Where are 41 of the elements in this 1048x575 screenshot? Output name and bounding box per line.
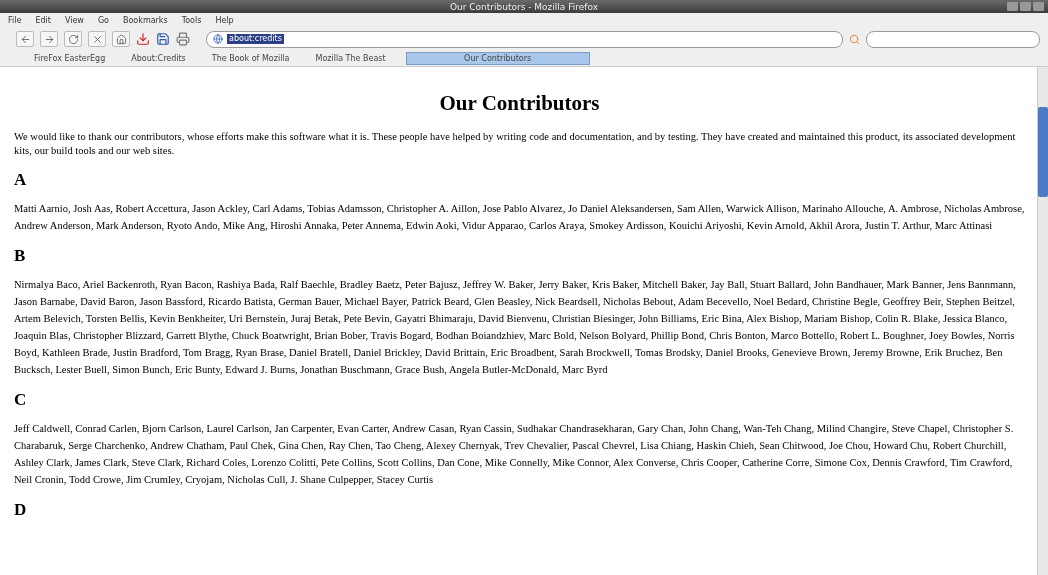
menu-item[interactable]: Edit <box>35 16 51 25</box>
menu-item[interactable]: File <box>8 16 22 25</box>
section-heading: C <box>14 390 28 410</box>
back-button[interactable] <box>16 31 34 47</box>
intro-paragraph: We would like to thank our contributors, whose efforts make this software what it is. These people have helped by writing code and documentation, and by testing. They have created and maintained this product, its associated development kits, our build tools and our web sites. <box>14 130 1017 158</box>
address-text: about:credits <box>227 34 284 44</box>
close-button[interactable] <box>88 31 106 47</box>
contributor-names: Matti Aarnio, Josh Aas, Robert Accettura, Jason Ackley, Carl Adams, Tobias Adamsson, Christopher A. Aillon, Jose Pablo Alvarez, Jo Daniel Aleksandersen, Sam Allen, Warwick Allison, Marinaho Allouche, A. Ambrose, Nicholas Ambrose, Andrew Anderson, Mark Anderson, Ryoto Ando, Mike Ang, Hiroshi Annaka, Peter Annema, Edwin Aoki, Vidur Apparao, Carlos Araya, Smokey Ardisson, Kouichi Ariyoshi, Kevin Arnold, Akhil Arora, Justin T. Arthur, Marc Attinasi <box>14 202 1025 233</box>
home-icon <box>115 33 127 45</box>
page-heading: Our Contributors <box>438 91 601 116</box>
window-title: Our Contributors - Mozilla Firefox <box>449 1 598 12</box>
globe-icon <box>213 34 223 44</box>
search-icon[interactable] <box>849 33 860 45</box>
search-field[interactable] <box>866 30 1040 48</box>
bookmark-item[interactable]: Our Contributors <box>405 51 590 65</box>
download-icon[interactable] <box>136 32 150 46</box>
menu-item[interactable]: Bookmarks <box>122 16 168 25</box>
contributor-names: Jeff Caldwell, Conrad Carlen, Bjorn Carlson, Laurel Carlson, Jan Carpenter, Evan Carter, Andrew Casan, Ryan Cassin, Sudhakar Chandrasekharan, Gary Chan, John Chang, Wan-Teh Chang, Milind Changire, Steve Chapel, Christopher S. Charabaruk, Serge Charchenko, Andrew Chatham, Paul Chek, Gina Chen, Ray Chen, Tao Cheng, Alexey Chernyak, Trev Chevalier, Pascal Chevrel, Lisa Chiang, Haskin Chieh, Sean Chitwood, Joe Chou, Howard Chu, Robert Churchill, Ashley Clark, James Clark, Steve Clark, Richard Coles, Lorenzo Colitti, Pete Collins, Scott Collins, Dan Cone, Mike Connelly, Mike Connor, Alex Converse, Chris Cooper, Catherine Corre, Simone Cox, Dennis Crawford, Tim Crawford, Neil Cronin, Todd Crowe, Jim Crumley, Cryojam, Nicholas Cull, J. Shane Culpepper, Stacey Curtis <box>14 422 1015 487</box>
forward-button[interactable] <box>40 31 58 47</box>
home-button[interactable] <box>112 31 130 47</box>
menu-item[interactable]: View <box>64 16 84 25</box>
reload-button[interactable] <box>64 31 82 47</box>
bookmark-item[interactable]: Mozilla The Beast <box>309 52 392 64</box>
section-heading: A <box>14 170 28 190</box>
scrollbar[interactable] <box>1037 67 1048 575</box>
address-field[interactable]: about:credits <box>206 30 843 48</box>
close-icon <box>91 33 103 45</box>
section-heading: B <box>14 246 27 266</box>
save-icon[interactable] <box>156 32 170 46</box>
reload-icon <box>67 33 79 45</box>
menu-item[interactable]: Go <box>97 16 109 25</box>
section-heading: D <box>14 500 28 520</box>
back-icon <box>19 33 31 45</box>
printer-icon[interactable] <box>176 32 190 46</box>
bookmark-item[interactable]: The Book of Mozilla <box>205 52 296 64</box>
menu-item[interactable]: Help <box>215 16 234 25</box>
bookmark-item[interactable]: FireFox EasterEgg <box>28 52 112 64</box>
menu-item[interactable]: Tools <box>181 16 202 25</box>
bookmark-item[interactable]: About:Credits <box>125 52 192 64</box>
contributor-names: Nirmalya Baco, Ariel Backenroth, Ryan Bacon, Rashiya Bada, Ralf Baechle, Bradley Baetz, Peter Bajusz, Jeffrey W. Baker, Jerry Baker, Kris Baker, Mitchell Baker, Jay Ball, Stuart Ballard, John Bandhauer, Mark Banner, Jens Bannmann, Jason Barnabe, David Baron, Jason Bassford, Ricardo Batista, German Bauer, Michael Bayer, Patrick Beard, Glen Beasley, Nick Beardsell, Nicholas Bebout, Adam Becevello, Noel Bedard, Christine Begle, Geoffrey Beir, Stephen Beitzel, Artem Belevich, Torsten Bellis, Kevin Benkheiter, Uri Bernstein, Juraj Betak, Pete Bevin, Gayatri Bhimaraju, David Bienvenu, Christian Biesinger, John Billiams, Eric Bina, Alex Bishop, Mariam Bishop, Colin R. Blake, Jessica Blanco, Joaquin Blas, Christopher Blizzard, Garrett Blythe, Chuck Boatwright, Brian Bober, Travis Bogard, Bodhan Boiandzhiev, Marc Bold, Nelson Bolyard, Phillip Bond, Chris Bonton, Marco Bottello, Robert L. Boughner, Joey Bowles, Norris Boyd, Kathleen Brade, Justin Bradford, Tom Bragg, Ryan Brase, Daniel Bratell, Daniel Brickley, David Brittain, Eric Broadbent, Sarah Brockwell, Tomas Brodsky, Daniel Brooks, Genevieve Brown, Jeremy Browne, Erik Bruchez, Ben Bucksch, Lester Buell, Simon Bunch, Eric Bunty, Edward J. Burns, Jonathan Buschmann, Grace Bush, Angela Butler-McDonald, Marc Byrd <box>14 278 1017 377</box>
forward-icon <box>43 33 55 45</box>
